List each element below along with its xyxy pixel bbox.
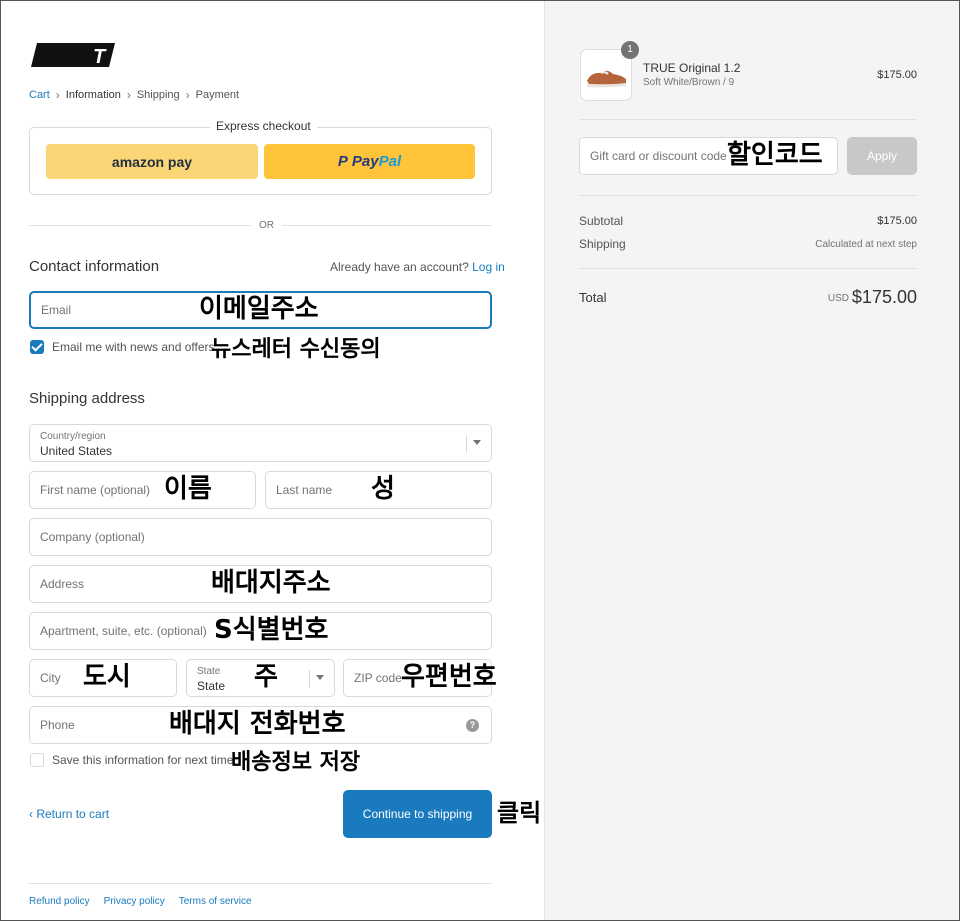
address-annotation: 배대지주소 — [211, 568, 331, 598]
city-annotation: 도시 — [83, 662, 131, 692]
first-name-annotation: 이름 — [164, 474, 212, 504]
shipping-label: Shipping — [579, 237, 626, 251]
product-price: $175.00 — [877, 69, 917, 81]
chevron-down-icon — [316, 675, 324, 680]
breadcrumb-cart[interactable]: Cart — [29, 89, 50, 101]
privacy-policy-link[interactable]: Privacy policy — [104, 896, 165, 907]
chevron-down-icon — [473, 440, 481, 445]
divider — [579, 195, 917, 196]
checkout-main: T Cart › Information › Shipping › Paymen… — [1, 1, 544, 920]
express-checkout: Express checkout amazon pay P PayPal — [29, 119, 492, 195]
return-label: Return to cart — [36, 807, 110, 821]
zip-placeholder: ZIP code — [354, 671, 402, 685]
have-account-text: Already have an account? Log in — [330, 260, 505, 274]
state-value: State — [197, 679, 226, 693]
breadcrumb-shipping: Shipping — [136, 89, 180, 101]
email-placeholder: Email — [41, 303, 72, 317]
continue-to-shipping-button[interactable]: Continue to shipping — [343, 790, 492, 838]
paypal-label-pal: Pal — [378, 153, 402, 170]
country-value: United States — [40, 444, 113, 458]
phone-annotation: 배대지 전화번호 — [169, 709, 346, 739]
last-name-annotation: 성 — [371, 474, 395, 504]
save-info-annotation: 배송정보 저장 — [231, 750, 361, 775]
last-name-placeholder: Last name — [276, 483, 333, 497]
first-name-placeholder: First name (optional) — [40, 483, 151, 497]
news-label: Email me with news and offers — [52, 340, 215, 354]
contact-title: Contact information — [29, 258, 160, 275]
brand-logo[interactable]: T — [31, 43, 115, 69]
save-info-label: Save this information for next time — [52, 753, 234, 767]
country-select[interactable]: Country/region United States — [29, 424, 492, 462]
chevron-right-icon: › — [55, 88, 60, 102]
continue-label: Continue to shipping — [362, 807, 473, 821]
subtotal-label: Subtotal — [579, 214, 624, 228]
total-label: Total — [579, 290, 607, 305]
news-checkbox[interactable] — [30, 340, 44, 354]
first-name-field[interactable]: First name (optional) — [29, 471, 256, 509]
chevron-right-icon: › — [126, 88, 131, 102]
paypal-button[interactable]: P PayPal — [264, 144, 475, 179]
quantity-badge: 1 — [621, 41, 639, 59]
product-name: TRUE Original 1.2 — [643, 61, 741, 75]
news-annotation: 뉴스레터 수신동의 — [211, 337, 381, 362]
amazon-pay-label: amazon pay — [111, 153, 193, 170]
apply-label: Apply — [866, 149, 898, 163]
paypal-label-pay: Pay — [351, 153, 379, 170]
shoe-icon — [587, 70, 626, 88]
select-divider — [466, 435, 467, 453]
save-info-checkbox[interactable] — [30, 753, 44, 767]
total-currency: USD — [827, 293, 849, 304]
shipping-value: Calculated at next step — [815, 239, 917, 250]
amazon-pay-button[interactable]: amazon pay — [46, 144, 258, 179]
order-summary: 1 TRUE Original 1.2 Soft White/Brown / 9… — [544, 1, 959, 920]
footer-divider — [29, 883, 492, 884]
paypal-icon: P — [337, 153, 348, 170]
state-label: State — [197, 666, 221, 677]
apartment-annotation: S식별번호 — [214, 615, 329, 645]
breadcrumb: Cart › Information › Shipping › Payment — [29, 88, 239, 102]
country-label: Country/region — [40, 431, 106, 442]
address-placeholder: Address — [40, 577, 85, 591]
company-placeholder: Company (optional) — [40, 530, 145, 544]
return-to-cart-link[interactable]: ‹ Return to cart — [29, 807, 109, 821]
click-annotation: 클릭 — [497, 799, 542, 827]
subtotal-value: $175.00 — [877, 215, 917, 227]
product-variant: Soft White/Brown / 9 — [643, 77, 735, 88]
apply-button[interactable]: Apply — [847, 137, 917, 175]
divider — [579, 268, 917, 269]
discount-code-placeholder: Gift card or discount code — [590, 149, 727, 163]
total-value: $175.00 — [851, 287, 917, 307]
email-annotation: 이메일주소 — [199, 294, 319, 324]
city-placeholder: City — [40, 671, 61, 685]
discount-annotation: 할인코드 — [727, 140, 823, 170]
zip-annotation: 우편번호 — [401, 662, 497, 692]
or-divider-text: OR — [251, 220, 282, 231]
company-field[interactable]: Company (optional) — [29, 518, 492, 556]
select-divider — [309, 670, 310, 688]
login-link[interactable]: Log in — [472, 260, 505, 274]
breadcrumb-payment: Payment — [195, 89, 240, 101]
divider — [579, 119, 917, 120]
logo-letter: T — [93, 46, 107, 68]
shipping-title: Shipping address — [29, 390, 145, 407]
breadcrumb-information: Information — [65, 89, 121, 101]
refund-policy-link[interactable]: Refund policy — [29, 896, 90, 907]
express-checkout-title: Express checkout — [210, 119, 317, 133]
apartment-placeholder: Apartment, suite, etc. (optional) — [40, 624, 207, 638]
chevron-right-icon: › — [185, 88, 190, 102]
footer-links: Refund policy Privacy policy Terms of se… — [29, 896, 252, 907]
terms-of-service-link[interactable]: Terms of service — [179, 896, 252, 907]
state-annotation: 주 — [254, 662, 278, 692]
have-account-label: Already have an account? — [330, 260, 469, 274]
phone-placeholder: Phone — [40, 718, 75, 732]
help-icon[interactable]: ? — [466, 719, 479, 732]
